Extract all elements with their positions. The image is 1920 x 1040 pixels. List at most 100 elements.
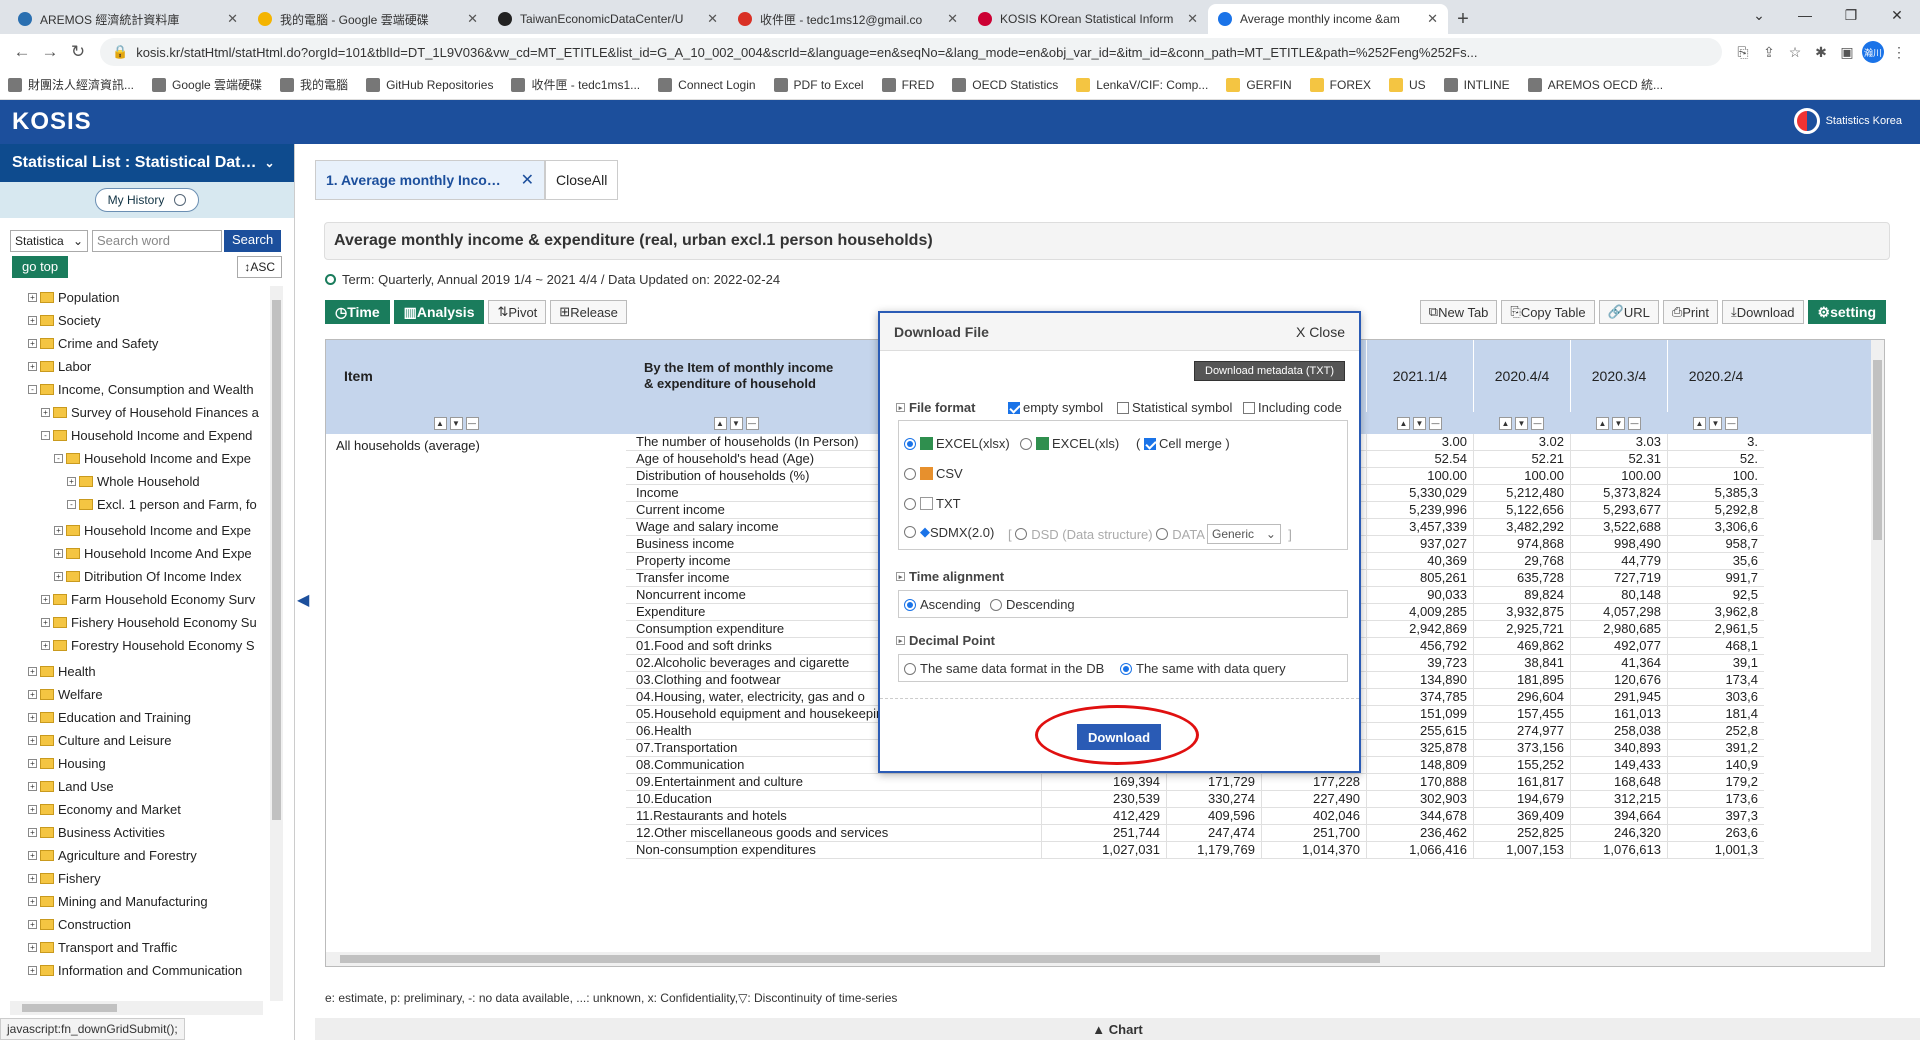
restore-icon[interactable]: ❐ [1828, 0, 1874, 30]
tree-item[interactable]: + Transport and Traffic [0, 936, 270, 959]
expand-icon[interactable]: + [41, 641, 50, 650]
same-db-radio[interactable] [904, 662, 916, 675]
expand-icon[interactable]: + [54, 572, 63, 581]
scrollbar-thumb[interactable] [22, 1004, 117, 1012]
url-button[interactable]: 🔗 URL [1598, 300, 1659, 324]
including-code-option[interactable]: Including code [1243, 400, 1342, 415]
tree-item[interactable]: + Society [0, 309, 270, 332]
bookmark-item[interactable]: US [1389, 77, 1426, 92]
sdmx-option[interactable]: ◆ SDMX(2.0) [904, 524, 994, 540]
sort-desc-icon[interactable]: ▼ [449, 416, 463, 430]
cell-merge-checkbox[interactable] [1143, 437, 1156, 450]
bookmark-item[interactable]: OECD Statistics [952, 77, 1058, 92]
column-header[interactable]: 2021.1/4 [1366, 340, 1473, 412]
expand-icon[interactable]: + [41, 408, 50, 417]
column-header[interactable]: 2020.2/4 [1667, 340, 1764, 412]
close-tab-icon[interactable]: ✕ [707, 11, 718, 27]
expand-icon[interactable]: + [28, 736, 37, 745]
close-tab-icon[interactable]: ✕ [947, 11, 958, 27]
data-radio[interactable] [1156, 528, 1169, 540]
xlsx-radio[interactable] [904, 437, 916, 450]
setting-button[interactable]: ⚙ setting [1807, 300, 1886, 324]
tab-average-monthly-income[interactable]: 1. Average monthly Inco… ✕ [315, 160, 545, 200]
expand-icon[interactable]: + [28, 759, 37, 768]
dsd-radio[interactable] [1015, 528, 1028, 540]
browser-tab[interactable]: AREMOS 經濟統計資料庫 ✕ [8, 4, 248, 34]
reload-icon[interactable]: ↻ [64, 38, 92, 66]
expand-icon[interactable]: + [28, 316, 37, 325]
close-tab-icon[interactable]: ✕ [1187, 11, 1198, 27]
profile-avatar[interactable]: 瀚川 [1860, 39, 1886, 65]
csv-radio[interactable] [904, 467, 916, 480]
tree-item[interactable]: + Mining and Manufacturing [0, 890, 270, 913]
minimize-icon[interactable]: — [1782, 0, 1828, 30]
share-icon[interactable]: ⇪ [1756, 39, 1782, 65]
tree-item[interactable]: + Population [0, 286, 270, 309]
tree-item[interactable]: - Household Income and Expend [0, 424, 270, 447]
close-tab-icon[interactable]: ✕ [521, 170, 534, 190]
tree-item[interactable]: + Fishery Household Economy Su [0, 611, 270, 634]
tree-item[interactable]: - Excl. 1 person and Farm, fo [0, 493, 270, 516]
expand-icon[interactable]: + [41, 595, 50, 604]
cell-merge-option[interactable]: ( Cell merge ) [1136, 436, 1230, 451]
search-input[interactable]: Search word [92, 230, 222, 252]
tree-horizontal-scrollbar[interactable] [10, 1001, 263, 1015]
expand-icon[interactable]: + [28, 943, 37, 952]
xls-radio[interactable] [1020, 437, 1032, 450]
ascending-option[interactable]: Ascending [904, 597, 981, 612]
expand-icon[interactable]: + [28, 690, 37, 699]
sidepanel-icon[interactable]: ▣ [1834, 39, 1860, 65]
including-code-checkbox[interactable] [1243, 401, 1255, 414]
column-header[interactable]: 2020.4/4 [1473, 340, 1570, 412]
generic-select[interactable]: Generic ⌄ [1206, 524, 1281, 544]
scrollbar-thumb[interactable] [340, 955, 1380, 963]
tree-item[interactable]: - Household Income and Expe [0, 447, 270, 470]
time-button[interactable]: ◷ Time [325, 300, 390, 324]
empty-symbol-option[interactable]: empty symbol [1008, 400, 1103, 415]
bookmark-item[interactable]: 我的電腦 [280, 76, 348, 93]
close-tab-icon[interactable]: ✕ [467, 11, 478, 27]
expand-icon[interactable]: + [28, 805, 37, 814]
sort-desc-icon[interactable]: ▼ [1612, 416, 1625, 430]
tree-item[interactable]: + Economy and Market [0, 798, 270, 821]
sort-desc-icon[interactable]: ▼ [1413, 416, 1426, 430]
tree-item[interactable]: + Welfare [0, 683, 270, 706]
filter-icon[interactable]: — [1531, 416, 1544, 430]
scrollbar-thumb[interactable] [1873, 360, 1882, 540]
new-tab-icon[interactable]: + [1448, 4, 1478, 34]
dialog-download-button[interactable]: Download [1077, 724, 1161, 750]
tree-item[interactable]: + Culture and Leisure [0, 729, 270, 752]
tree-item[interactable]: - Income, Consumption and Wealth [0, 378, 270, 401]
expand-icon[interactable]: + [28, 920, 37, 929]
sort-asc-icon[interactable]: ▲ [1499, 416, 1512, 430]
kosis-logo[interactable]: KOSIS [12, 108, 92, 136]
sdmx-radio[interactable] [904, 526, 916, 538]
filter-icon[interactable]: — [745, 416, 759, 430]
filter-icon[interactable]: — [1725, 416, 1738, 430]
tree-item[interactable]: + Health [0, 660, 270, 683]
collapse-icon[interactable]: - [54, 454, 63, 463]
download-button[interactable]: ⤓ Download [1721, 300, 1804, 324]
tree-item[interactable]: + Labor [0, 355, 270, 378]
browser-tab[interactable]: 收件匣 - tedc1ms12@gmail.co ✕ [728, 4, 968, 34]
filter-icon[interactable]: — [465, 416, 479, 430]
copy-table-button[interactable]: ⎘ Copy Table [1501, 300, 1595, 324]
search-type-select[interactable]: Statistica ⌄ [10, 230, 88, 252]
close-tab-icon[interactable]: ✕ [227, 11, 238, 27]
expand-icon[interactable]: + [67, 477, 76, 486]
descending-radio[interactable] [990, 598, 1002, 611]
url-input[interactable]: 🔒 kosis.kr/statHtml/statHtml.do?orgId=101… [100, 38, 1722, 66]
expand-icon[interactable]: + [28, 851, 37, 860]
close-window-icon[interactable]: ✕ [1874, 0, 1920, 30]
filter-icon[interactable]: — [1628, 416, 1641, 430]
tree-item[interactable]: + Education and Training [0, 706, 270, 729]
same-query-radio[interactable] [1120, 662, 1132, 675]
bookmark-item[interactable]: Connect Login [658, 77, 756, 92]
column-header[interactable]: 2020.3/4 [1570, 340, 1667, 412]
same-query-option[interactable]: The same with data query [1120, 661, 1286, 676]
bookmark-star-icon[interactable]: ☆ [1782, 39, 1808, 65]
bookmark-item[interactable]: GitHub Repositories [366, 77, 493, 92]
collapse-icon[interactable]: - [67, 500, 76, 509]
browser-tab[interactable]: TaiwanEconomicDataCenter/U ✕ [488, 4, 728, 34]
bookmark-item[interactable]: Google 雲端硬碟 [152, 76, 262, 93]
